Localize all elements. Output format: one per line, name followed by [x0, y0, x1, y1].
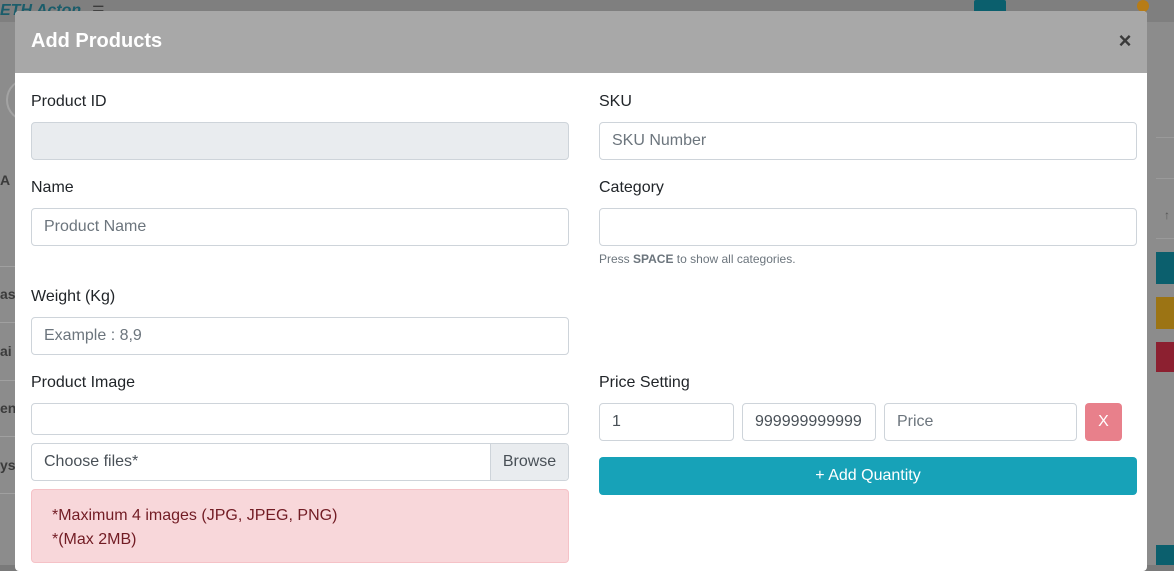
file-upload-label: Choose files*: [44, 453, 139, 470]
price-input[interactable]: [884, 403, 1077, 441]
category-help-text: Press SPACE to show all categories.: [599, 252, 796, 266]
product-name-input[interactable]: [31, 208, 569, 246]
image-requirements-alert: *Maximum 4 images (JPG, JPEG, PNG) *(Max…: [31, 489, 569, 563]
background-divider: [0, 380, 16, 381]
weight-label: Weight (Kg): [31, 288, 116, 305]
background-side-text: as: [0, 286, 16, 302]
background-divider: [1156, 137, 1174, 138]
modal-header: Add Products ×: [15, 11, 1147, 73]
price-setting-label: Price Setting: [599, 374, 690, 391]
category-help-prefix: Press: [599, 252, 634, 266]
name-label: Name: [31, 179, 74, 196]
background-divider: [1156, 238, 1174, 239]
background-side-text: yst: [0, 457, 21, 473]
category-label: Category: [599, 179, 664, 196]
background-divider: [0, 493, 16, 494]
max-quantity-input[interactable]: [742, 403, 876, 441]
background-yellow-button: [1156, 297, 1174, 329]
product-image-label: Product Image: [31, 374, 136, 391]
category-help-suffix: to show all categories.: [673, 252, 796, 266]
background-side-text: en: [0, 400, 17, 416]
close-icon[interactable]: ×: [1113, 27, 1137, 55]
weight-input[interactable]: [31, 317, 569, 355]
alert-line-max-size: *(Max 2MB): [52, 531, 137, 548]
modal-title: Add Products: [31, 30, 163, 52]
category-help-key: SPACE: [633, 252, 674, 266]
product-id-label: Product ID: [31, 93, 107, 110]
background-divider: [0, 266, 16, 267]
background-divider: [0, 436, 16, 437]
add-products-modal: Add Products × Product ID SKU Name Categ…: [15, 11, 1147, 571]
sort-arrow-icon: ↑: [1164, 208, 1170, 222]
file-upload-field[interactable]: Choose files* Browse: [31, 443, 569, 481]
add-quantity-button[interactable]: + Add Quantity: [599, 457, 1137, 495]
category-input[interactable]: [599, 208, 1137, 246]
product-image-text-input[interactable]: [31, 403, 569, 435]
background-divider: [1156, 178, 1174, 179]
min-quantity-input[interactable]: [599, 403, 734, 441]
background-divider: [0, 322, 16, 323]
background-red-button: [1156, 342, 1174, 372]
background-side-text: ai: [0, 343, 12, 359]
sku-label: SKU: [599, 93, 632, 110]
background-teal-button: [1156, 545, 1174, 565]
product-id-field[interactable]: [31, 122, 569, 160]
remove-price-row-button[interactable]: X: [1085, 403, 1122, 441]
browse-button[interactable]: Browse: [490, 444, 568, 480]
alert-line-max-images: *Maximum 4 images (JPG, JPEG, PNG): [52, 507, 338, 524]
sku-input[interactable]: [599, 122, 1137, 160]
background-teal-button: [1156, 252, 1174, 284]
background-side-text: A: [0, 172, 11, 188]
